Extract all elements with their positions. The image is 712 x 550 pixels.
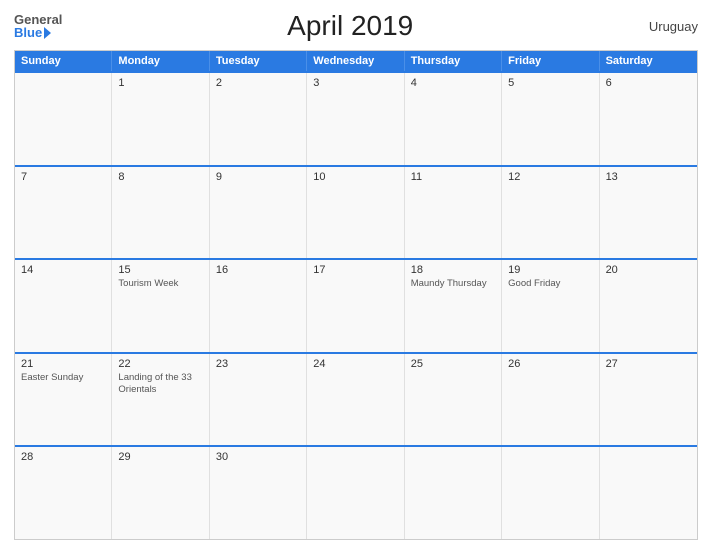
cell-w1-tue: 2: [210, 73, 307, 165]
cell-w2-sun: 7: [15, 167, 112, 259]
cell-w4-sat: 27: [600, 354, 697, 446]
cell-w3-tue: 16: [210, 260, 307, 352]
calendar-title: April 2019: [62, 10, 638, 42]
cell-w3-sun: 14: [15, 260, 112, 352]
header-saturday: Saturday: [600, 51, 697, 71]
cell-w1-sat: 6: [600, 73, 697, 165]
cell-w5-thu: [405, 447, 502, 539]
cell-w4-thu: 25: [405, 354, 502, 446]
cell-w4-wed: 24: [307, 354, 404, 446]
cell-w2-mon: 8: [112, 167, 209, 259]
calendar-page: General Blue April 2019 Uruguay Sunday M…: [0, 0, 712, 550]
header-friday: Friday: [502, 51, 599, 71]
calendar-grid: Sunday Monday Tuesday Wednesday Thursday…: [14, 50, 698, 540]
cell-w4-sun: 21 Easter Sunday: [15, 354, 112, 446]
week-3: 14 15 Tourism Week 16 17 18 Maundy Thurs…: [15, 258, 697, 352]
header: General Blue April 2019 Uruguay: [14, 10, 698, 42]
header-monday: Monday: [112, 51, 209, 71]
calendar-body: 1 2 3 4 5 6 7 8 9 10 11 12 13 14: [15, 71, 697, 539]
week-2: 7 8 9 10 11 12 13: [15, 165, 697, 259]
cell-w5-sat: [600, 447, 697, 539]
cell-w2-wed: 10: [307, 167, 404, 259]
cell-w4-fri: 26: [502, 354, 599, 446]
header-sunday: Sunday: [15, 51, 112, 71]
cell-w3-thu: 18 Maundy Thursday: [405, 260, 502, 352]
cell-w1-fri: 5: [502, 73, 599, 165]
cell-w1-sun: [15, 73, 112, 165]
cell-w5-wed: [307, 447, 404, 539]
header-wednesday: Wednesday: [307, 51, 404, 71]
calendar-header-row: Sunday Monday Tuesday Wednesday Thursday…: [15, 51, 697, 71]
logo: General Blue: [14, 13, 62, 39]
country-label: Uruguay: [638, 19, 698, 34]
week-4: 21 Easter Sunday 22 Landing of the 33 Or…: [15, 352, 697, 446]
cell-w5-mon: 29: [112, 447, 209, 539]
cell-w1-mon: 1: [112, 73, 209, 165]
cell-w5-fri: [502, 447, 599, 539]
cell-w4-tue: 23: [210, 354, 307, 446]
cell-w4-mon: 22 Landing of the 33 Orientals: [112, 354, 209, 446]
logo-blue-text: Blue: [14, 26, 62, 39]
cell-w2-thu: 11: [405, 167, 502, 259]
cell-w2-tue: 9: [210, 167, 307, 259]
cell-w2-sat: 13: [600, 167, 697, 259]
cell-w3-wed: 17: [307, 260, 404, 352]
cell-w3-sat: 20: [600, 260, 697, 352]
week-1: 1 2 3 4 5 6: [15, 71, 697, 165]
cell-w1-thu: 4: [405, 73, 502, 165]
cell-w5-tue: 30: [210, 447, 307, 539]
cell-w2-fri: 12: [502, 167, 599, 259]
week-5: 28 29 30: [15, 445, 697, 539]
cell-w3-mon: 15 Tourism Week: [112, 260, 209, 352]
header-tuesday: Tuesday: [210, 51, 307, 71]
logo-triangle-icon: [44, 27, 51, 39]
cell-w5-sun: 28: [15, 447, 112, 539]
cell-w1-wed: 3: [307, 73, 404, 165]
cell-w3-fri: 19 Good Friday: [502, 260, 599, 352]
header-thursday: Thursday: [405, 51, 502, 71]
